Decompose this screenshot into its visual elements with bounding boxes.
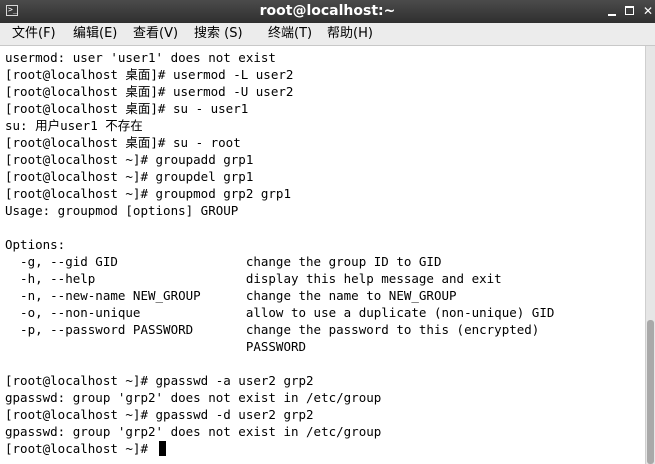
terminal-line: Options: (5, 237, 66, 252)
terminal-line: -h, --help display this help message and… (5, 271, 502, 286)
terminal-output[interactable]: usermod: user 'user1' does not exist [ro… (0, 46, 645, 464)
terminal-line: [root@localhost ~]# groupdel grp1 (5, 169, 254, 184)
terminal-line: -o, --non-unique allow to use a duplicat… (5, 305, 555, 320)
terminal-line: -n, --new-name NEW_GROUP change the name… (5, 288, 457, 303)
terminal-line: PASSWORD (5, 339, 307, 354)
terminal-line: Usage: groupmod [options] GROUP (5, 203, 239, 218)
terminal-line: [root@localhost ~]# groupadd grp1 (5, 152, 254, 167)
scrollbar-thumb[interactable] (647, 320, 654, 464)
menu-search[interactable]: 搜索 (S) (194, 23, 243, 45)
menu-terminal[interactable]: 终端(T) (268, 23, 312, 45)
title-bar[interactable]: >_ root@localhost:~ ✕ (0, 0, 655, 23)
terminal-prompt: [root@localhost ~]# (5, 441, 156, 456)
minimize-button[interactable] (604, 3, 620, 19)
terminal-line: [root@localhost ~]# groupmod grp2 grp1 (5, 186, 291, 201)
terminal-line: [root@localhost 桌面]# su - user1 (5, 101, 249, 116)
menu-view[interactable]: 查看(V) (133, 23, 178, 45)
terminal-line: -g, --gid GID change the group ID to GID (5, 254, 442, 269)
close-icon: ✕ (642, 4, 654, 18)
vertical-scrollbar[interactable] (645, 46, 655, 464)
terminal-line: gpasswd: group 'grp2' does not exist in … (5, 390, 382, 405)
terminal-prompt-line[interactable]: [root@localhost ~]# (5, 440, 166, 457)
maximize-icon (625, 6, 634, 15)
menu-edit[interactable]: 编辑(E) (73, 23, 117, 45)
terminal-line: -p, --password PASSWORD change the passw… (5, 322, 540, 337)
text-cursor (158, 441, 166, 456)
terminal-line: [root@localhost ~]# gpasswd -d user2 grp… (5, 407, 314, 422)
terminal-line: gpasswd: group 'grp2' does not exist in … (5, 424, 382, 439)
terminal-line: [root@localhost ~]# gpasswd -a user2 grp… (5, 373, 314, 388)
terminal-window: >_ root@localhost:~ ✕ 文件(F) 编辑(E) 查看(V) … (0, 0, 655, 464)
menu-help[interactable]: 帮助(H) (327, 23, 373, 45)
terminal-line: su: 用户user1 不存在 (5, 118, 143, 133)
minimize-icon (608, 14, 616, 16)
terminal-line: [root@localhost 桌面]# usermod -L user2 (5, 67, 294, 82)
menu-bar: 文件(F) 编辑(E) 查看(V) 搜索 (S) 终端(T) 帮助(H) (0, 23, 655, 46)
close-button[interactable]: ✕ (640, 3, 655, 19)
menu-file[interactable]: 文件(F) (12, 23, 56, 45)
terminal-line: [root@localhost 桌面]# usermod -U user2 (5, 84, 294, 99)
window-title: root@localhost:~ (259, 3, 396, 19)
maximize-button[interactable] (622, 3, 638, 19)
terminal-line: usermod: user 'user1' does not exist (5, 50, 276, 65)
terminal-line: [root@localhost 桌面]# su - root (5, 135, 241, 150)
